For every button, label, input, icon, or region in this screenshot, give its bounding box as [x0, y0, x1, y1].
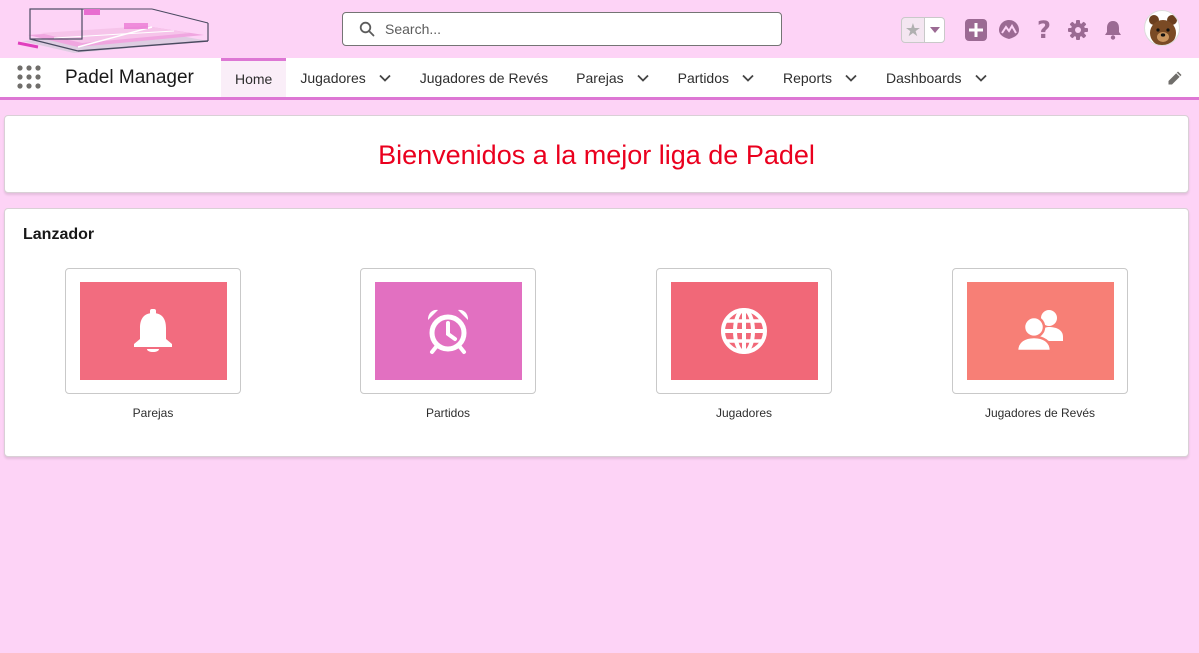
launcher-item-label[interactable]: Partidos: [360, 406, 536, 420]
trailhead-icon: [999, 20, 1019, 39]
global-actions-button[interactable]: [964, 17, 988, 43]
launcher-item-label[interactable]: Parejas: [65, 406, 241, 420]
users-icon: [1015, 310, 1063, 353]
tab-label: Home: [235, 71, 273, 87]
chevron-down-icon[interactable]: [974, 71, 988, 85]
tab-label: Jugadores: [300, 69, 366, 86]
global-search[interactable]: [342, 12, 782, 46]
launcher-item-label[interactable]: Jugadores: [656, 406, 832, 420]
chevron-down-icon[interactable]: [844, 71, 858, 85]
global-header: ★ ?: [0, 0, 1199, 58]
gear-icon: [1068, 20, 1088, 40]
help-icon: ?: [1037, 16, 1051, 44]
tab-parejas[interactable]: Parejas: [562, 58, 663, 97]
launcher-tile-jugadores[interactable]: [656, 268, 832, 394]
launcher-item-parejas: Parejas: [65, 268, 241, 420]
setup-button[interactable]: [1066, 17, 1090, 43]
waffle-icon: [17, 65, 41, 89]
favorites-star-button[interactable]: ★: [901, 17, 925, 43]
bell-icon: [1105, 21, 1121, 40]
welcome-message: Bienvenidos a la mejor liga de Padel: [378, 140, 815, 170]
padel-court-logo[interactable]: [14, 3, 210, 57]
edit-nav-button[interactable]: [1167, 70, 1183, 86]
user-avatar[interactable]: [1144, 10, 1180, 46]
tab-partidos[interactable]: Partidos: [664, 58, 769, 97]
welcome-card: Bienvenidos a la mejor liga de Padel: [4, 115, 1189, 193]
tab-label: Reports: [783, 69, 833, 86]
help-button[interactable]: ?: [1032, 16, 1056, 44]
launcher-item-jugadores: Jugadores: [656, 268, 832, 420]
tab-dashboards[interactable]: Dashboards: [872, 58, 1002, 97]
tab-label: Dashboards: [886, 69, 962, 86]
launcher-title: Lanzador: [23, 226, 95, 243]
launcher-item-jugadores-de-reves: Jugadores de Revés: [952, 268, 1128, 420]
chevron-down-icon[interactable]: [636, 71, 650, 85]
app-navigation-bar: Padel Manager Home Jugadores Jugadores d…: [0, 58, 1199, 100]
favorites-group: ★: [901, 17, 945, 43]
tile-image: [79, 282, 227, 380]
launcher-item-label[interactable]: Jugadores de Revés: [952, 406, 1128, 420]
tab-jugadores-de-reves[interactable]: Jugadores de Revés: [406, 58, 562, 97]
globe-icon: [721, 308, 767, 354]
search-input[interactable]: [385, 21, 745, 37]
notifications-button[interactable]: [1101, 17, 1125, 43]
launcher-card: Lanzador Parejas Partidos Jugadores Juga…: [4, 208, 1189, 457]
pencil-icon: [1168, 71, 1182, 85]
tile-image: [374, 282, 522, 380]
tab-reports[interactable]: Reports: [769, 58, 872, 97]
bell-icon: [134, 309, 172, 352]
chevron-down-icon[interactable]: [741, 71, 755, 85]
tab-label: Parejas: [576, 69, 624, 86]
search-icon: [359, 21, 375, 37]
add-icon: [965, 19, 987, 41]
launcher-tile-jugadores-de-reves[interactable]: [952, 268, 1128, 394]
tab-jugadores[interactable]: Jugadores: [286, 58, 405, 97]
launcher-tile-partidos[interactable]: [360, 268, 536, 394]
alarm-clock-icon: [428, 309, 468, 354]
launcher-tile-parejas[interactable]: [65, 268, 241, 394]
favorites-menu-button[interactable]: [925, 17, 945, 43]
nav-tabs: Home Jugadores Jugadores de Revés Pareja…: [221, 58, 1002, 97]
tile-image: [670, 282, 818, 380]
launcher-item-partidos: Partidos: [360, 268, 536, 420]
tab-home[interactable]: Home: [221, 58, 287, 97]
chevron-down-icon[interactable]: [378, 71, 392, 85]
tile-image: [966, 282, 1114, 380]
chevron-down-icon: [929, 27, 940, 33]
trailhead-button[interactable]: [997, 17, 1021, 43]
app-launcher-button[interactable]: [17, 65, 41, 89]
app-name: Padel Manager: [65, 67, 194, 88]
bear-avatar-icon: [1149, 15, 1177, 45]
tab-label: Partidos: [677, 69, 729, 86]
tab-label: Jugadores de Revés: [419, 69, 549, 86]
star-icon: ★: [904, 19, 922, 40]
